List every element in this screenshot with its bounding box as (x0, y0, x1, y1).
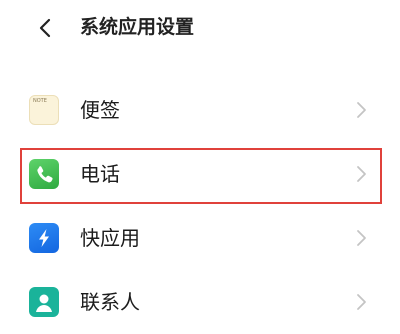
chevron-right-icon (357, 166, 366, 182)
app-row-phone[interactable]: 电话 (0, 142, 400, 206)
contacts-icon (29, 287, 59, 317)
chevron-right-icon (357, 230, 366, 246)
app-row-label: 联系人 (80, 290, 140, 314)
header: 系统应用设置 (0, 0, 400, 56)
app-row-contacts[interactable]: 联系人 (0, 270, 400, 334)
app-row-quick-app[interactable]: 快应用 (0, 206, 400, 270)
app-row-label: 电话 (80, 162, 120, 186)
phone-icon (29, 159, 59, 189)
app-row-label: 快应用 (80, 226, 140, 250)
app-row-notes[interactable]: NOTE 便签 (0, 78, 400, 142)
chevron-left-icon[interactable] (34, 16, 58, 40)
quick-app-icon (29, 223, 59, 253)
chevron-right-icon (357, 102, 366, 118)
page-title: 系统应用设置 (80, 16, 195, 38)
chevron-right-icon (357, 294, 366, 310)
notes-icon-text: NOTE (33, 98, 47, 104)
app-row-label: 便签 (80, 98, 120, 122)
notes-icon: NOTE (29, 95, 59, 125)
